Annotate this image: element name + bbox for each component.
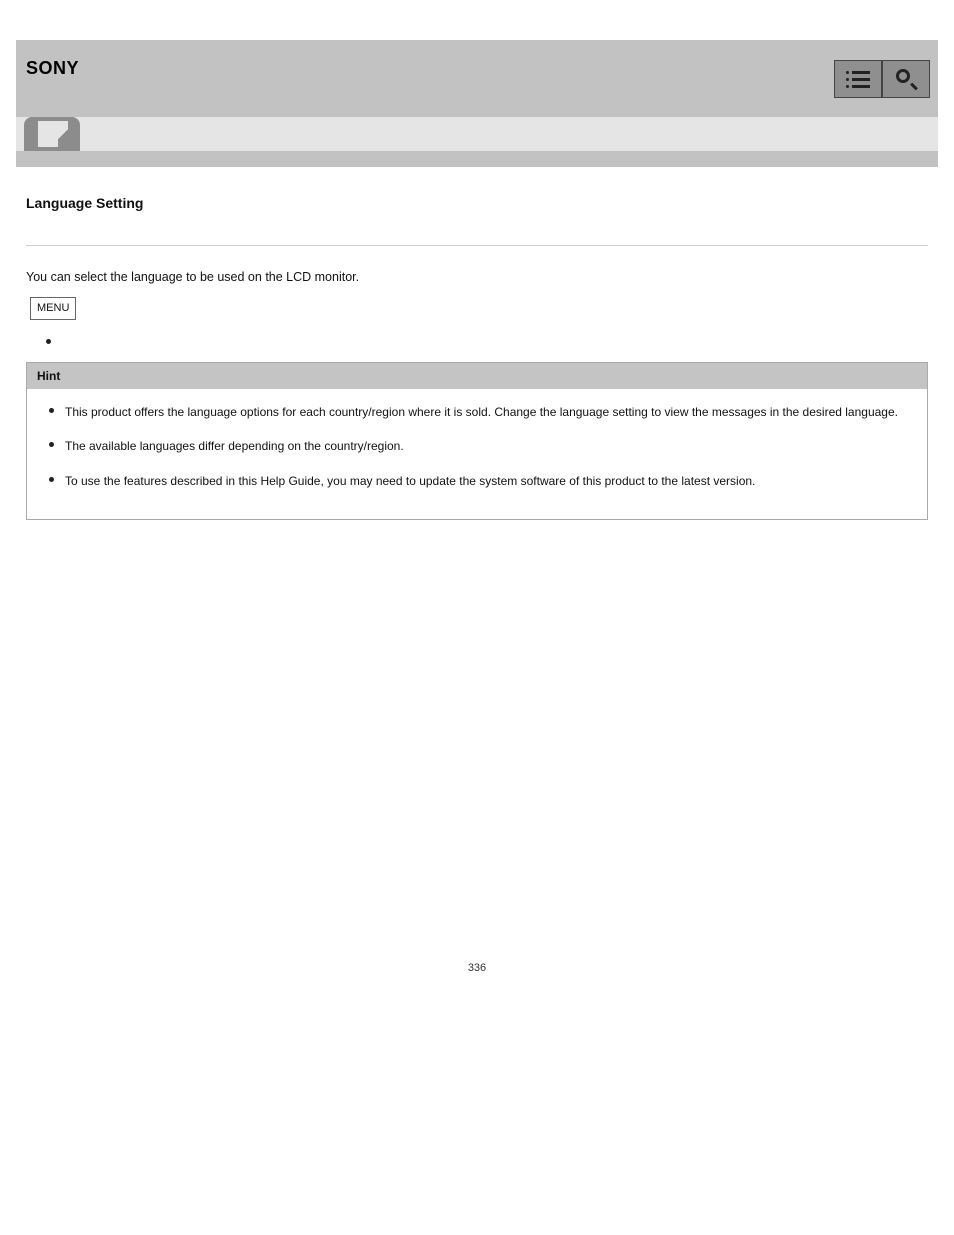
- page-nav: [16, 520, 938, 542]
- option-list: [26, 326, 928, 332]
- menu-label: MENU: [30, 297, 76, 320]
- breadcrumb: [16, 177, 938, 187]
- thin-bar: [16, 151, 938, 167]
- hint-body: This product offers the language options…: [27, 389, 927, 519]
- search-button[interactable]: [882, 60, 930, 98]
- top-header: SONY: [16, 40, 938, 117]
- page-title: Language Setting: [16, 187, 938, 217]
- hint-item: This product offers the language options…: [49, 401, 911, 424]
- list-button[interactable]: [834, 60, 882, 98]
- search-icon: [896, 69, 916, 89]
- guide-book-icon: [24, 117, 80, 151]
- hint-head: Hint: [27, 363, 927, 389]
- subheader-bar: [16, 117, 938, 151]
- hint-item: To use the features described in this He…: [49, 470, 911, 493]
- hint-item: The available languages differ depending…: [49, 435, 911, 458]
- list-icon: [846, 71, 870, 88]
- header-icon-group: [834, 60, 930, 98]
- sony-logo: SONY: [26, 58, 79, 79]
- page-number: 336: [16, 962, 938, 974]
- intro-para: You can select the language to be used o…: [26, 266, 928, 290]
- step-line: MENU: [26, 296, 928, 320]
- hint-box: Hint This product offers the language op…: [26, 362, 928, 520]
- body-content: You can select the language to be used o…: [16, 246, 938, 332]
